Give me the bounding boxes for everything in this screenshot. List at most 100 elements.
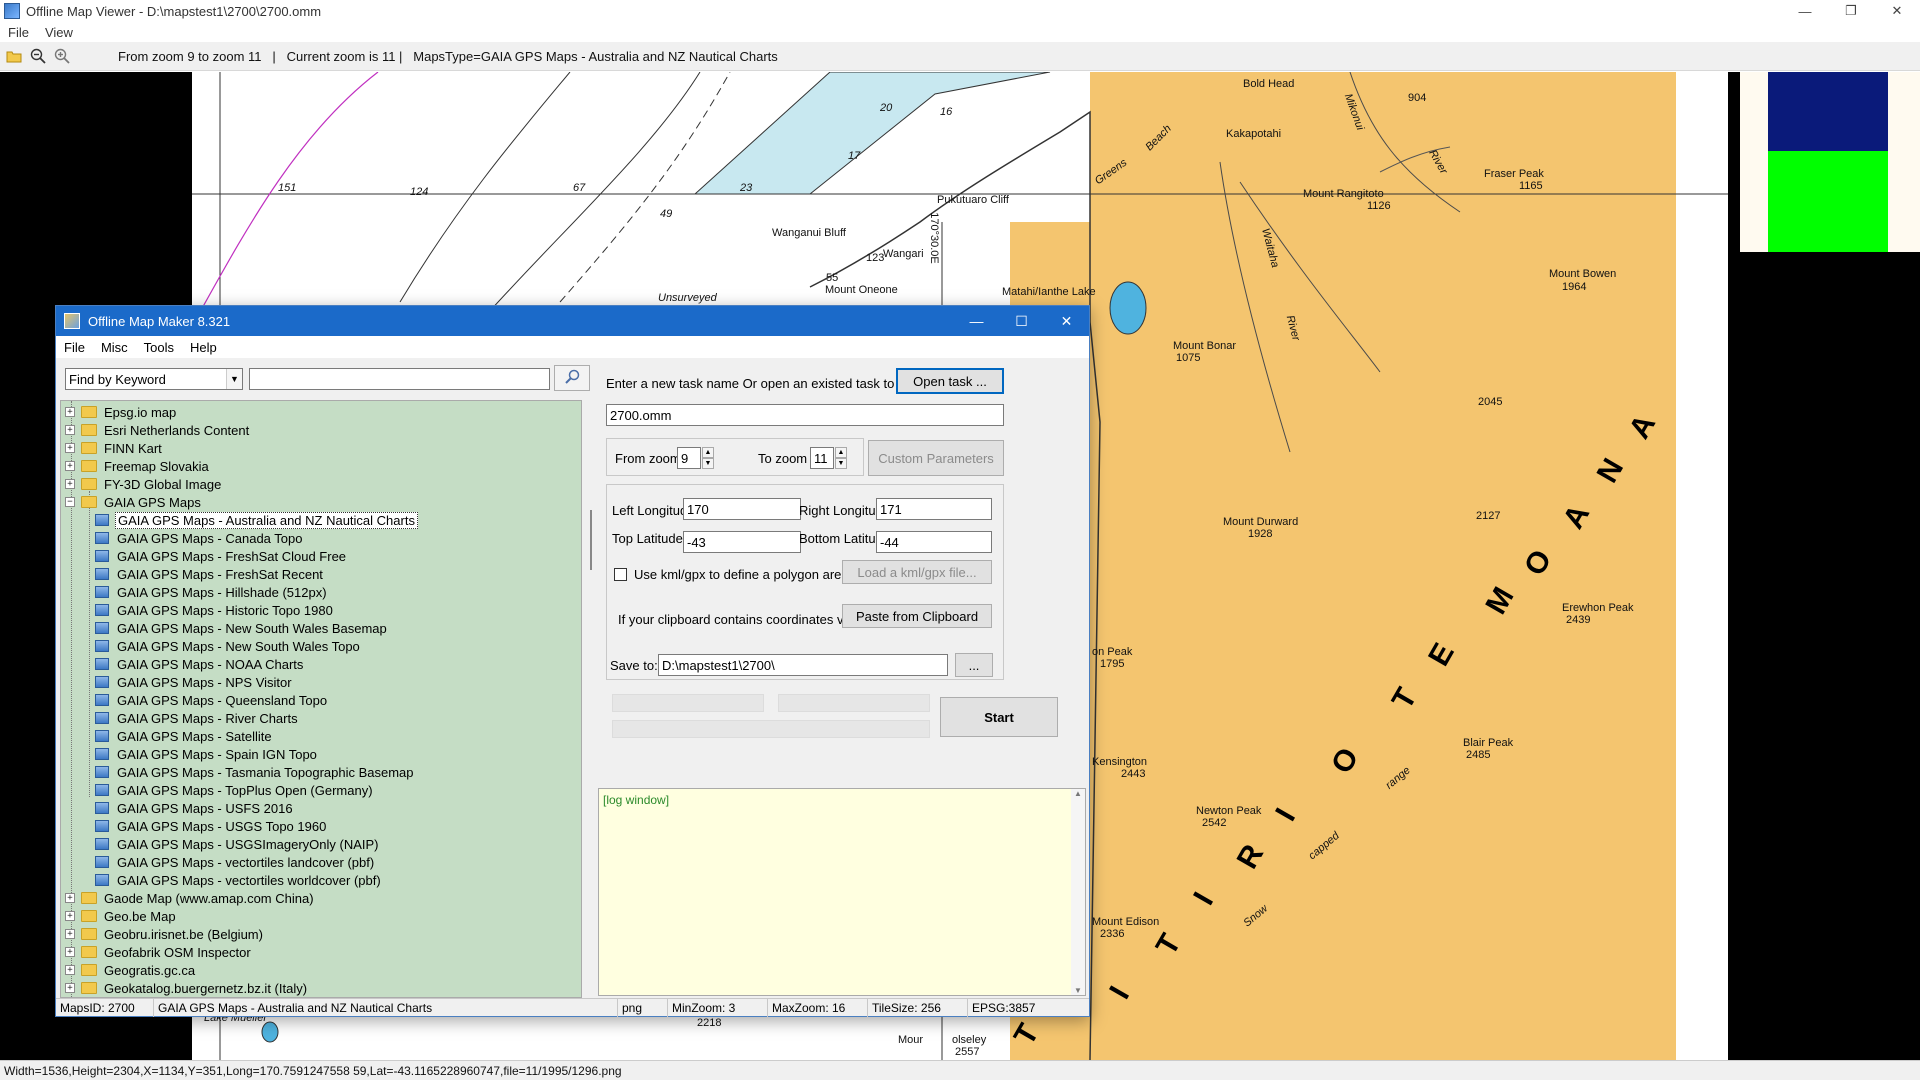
tree-map-item[interactable]: GAIA GPS Maps - USGSImageryOnly (NAIP) [95,835,381,853]
menu-file[interactable]: File [56,340,93,355]
dialog-maximize-button[interactable]: ☐ [999,306,1044,336]
close-button[interactable]: ✕ [1874,0,1920,22]
open-task-button[interactable]: Open task ... [896,368,1004,394]
map-layer-icon [95,622,109,634]
to-zoom-stepper[interactable]: ▲ ▼ [835,447,847,469]
zoom-in-icon[interactable] [52,46,72,66]
zoom-out-icon[interactable] [28,46,48,66]
depth-label: 17 [848,150,861,162]
tree-map-item[interactable]: GAIA GPS Maps - Australia and NZ Nautica… [95,511,418,529]
to-zoom-input[interactable]: 11 [810,447,834,469]
depth-label: 124 [410,186,429,198]
use-kml-checkbox[interactable] [614,568,627,581]
tree-map-item[interactable]: GAIA GPS Maps - FreshSat Cloud Free [95,547,348,565]
tree-map-item[interactable]: GAIA GPS Maps - USFS 2016 [95,799,295,817]
expand-icon[interactable]: + [65,479,75,489]
save-to-input[interactable]: D:\mapstest1\2700\ [658,654,948,676]
tree-map-item[interactable]: GAIA GPS Maps - TopPlus Open (Germany) [95,781,375,799]
expand-icon[interactable]: + [65,929,75,939]
tree-folder-item[interactable]: + Geobru.irisnet.be (Belgium) [65,925,265,943]
tree-folder-item[interactable]: + FY-3D Global Image [65,475,223,493]
menu-help[interactable]: Help [182,340,225,355]
tree-map-item[interactable]: GAIA GPS Maps - Historic Topo 1980 [95,601,335,619]
menu-file[interactable]: File [0,25,37,40]
task-name-input[interactable]: 2700.omm [606,404,1004,426]
tree-folder-item[interactable]: + Esri Netherlands Content [65,421,251,439]
from-zoom-input[interactable]: 9 [677,447,701,469]
tree-folder-item[interactable]: + FINN Kart [65,439,164,457]
maximize-button[interactable]: ❐ [1828,0,1874,22]
collapse-icon[interactable]: − [65,497,75,507]
expand-icon[interactable]: + [65,407,75,417]
search-mode-select[interactable]: Find by Keyword ▼ [65,368,243,390]
dialog-titlebar[interactable]: Offline Map Maker 8.321 — ☐ ✕ [56,306,1089,336]
chevron-down-icon[interactable]: ▼ [702,458,714,469]
expand-icon[interactable]: + [65,425,75,435]
expand-icon[interactable]: + [65,947,75,957]
tree-map-item[interactable]: GAIA GPS Maps - Tasmania Topographic Bas… [95,763,416,781]
tree-map-item[interactable]: GAIA GPS Maps - Hillshade (512px) [95,583,329,601]
tree-map-item[interactable]: GAIA GPS Maps - Satellite [95,727,274,745]
menu-view[interactable]: View [37,25,81,40]
from-zoom-stepper[interactable]: ▲ ▼ [702,447,714,469]
chevron-up-icon[interactable]: ▲ [835,447,847,458]
expand-icon[interactable]: + [65,911,75,921]
tree-folder-item[interactable]: − GAIA GPS Maps [65,493,203,511]
tree-map-item[interactable]: GAIA GPS Maps - New South Wales Basemap [95,619,389,637]
from-zoom-label: From zoom [615,451,681,466]
scrollbar-thumb[interactable] [590,510,592,570]
dialog-minimize-button[interactable]: — [954,306,999,336]
tree-map-item[interactable]: GAIA GPS Maps - Canada Topo [95,529,304,547]
paste-from-clipboard-button[interactable]: Paste from Clipboard [842,604,992,628]
menu-tools[interactable]: Tools [136,340,182,355]
dialog-close-button[interactable]: ✕ [1044,306,1089,336]
tree-folder-item[interactable]: + Geokatalog.buergernetz.bz.it (Italy) [65,979,309,997]
expand-icon[interactable]: + [65,893,75,903]
tree-folder-item[interactable]: + Gaode Map (www.amap.com China) [65,889,316,907]
tree-map-item[interactable]: GAIA GPS Maps - Queensland Topo [95,691,329,709]
tree-folder-item[interactable]: + Geo.be Map [65,907,178,925]
tree-map-item[interactable]: GAIA GPS Maps - USGS Topo 1960 [95,817,328,835]
tree-folder-item[interactable]: + Freemap Slovakia [65,457,211,475]
expand-icon[interactable]: + [65,443,75,453]
tree-map-item[interactable]: GAIA GPS Maps - River Charts [95,709,300,727]
tree-map-item[interactable]: GAIA GPS Maps - NOAA Charts [95,655,305,673]
keyword-search-input[interactable] [249,368,550,390]
map-layer-icon [95,874,109,886]
minimize-button[interactable]: — [1782,0,1828,22]
map-layer-icon [95,856,109,868]
chevron-down-icon[interactable]: ▼ [835,458,847,469]
tree-map-item[interactable]: GAIA GPS Maps - New South Wales Topo [95,637,362,655]
start-button[interactable]: Start [940,697,1058,737]
chevron-up-icon[interactable]: ▲ [702,447,714,458]
tree-map-item[interactable]: GAIA GPS Maps - Spain IGN Topo [95,745,319,763]
tree-folder-item[interactable]: + Geogratis.gc.ca [65,961,197,979]
tree-map-item[interactable]: GAIA GPS Maps - vectortiles worldcover (… [95,871,383,889]
bottom-latitude-input[interactable]: -44 [876,531,992,553]
tree-map-item[interactable]: GAIA GPS Maps - vectortiles landcover (p… [95,853,376,871]
map-layer-icon [95,676,109,688]
top-latitude-input[interactable]: -43 [683,531,801,553]
expand-icon[interactable]: + [65,965,75,975]
right-longitude-input[interactable]: 171 [876,498,992,520]
left-longitude-input[interactable]: 170 [683,498,801,520]
chevron-down-icon[interactable]: ▼ [226,369,242,389]
map-source-tree[interactable]: + Epsg.io map + Esri Netherlands Content + FI… [60,400,582,998]
custom-parameters-button[interactable]: Custom Parameters [868,440,1004,476]
expand-icon[interactable]: + [65,461,75,471]
open-folder-icon[interactable] [4,46,24,66]
tree-map-item[interactable]: GAIA GPS Maps - NPS Visitor [95,673,294,691]
browse-folder-button[interactable]: ... [955,653,993,677]
expand-icon[interactable]: + [65,983,75,993]
tree-map-item[interactable]: GAIA GPS Maps - FreshSat Recent [95,565,325,583]
log-window[interactable]: [log window] ▲ ▼ [598,788,1086,996]
scroll-up-icon[interactable]: ▲ [1071,789,1085,798]
menu-misc[interactable]: Misc [93,340,136,355]
scroll-down-icon[interactable]: ▼ [1071,986,1085,995]
log-scrollbar[interactable]: ▲ ▼ [1071,789,1085,995]
load-kml-button[interactable]: Load a kml/gpx file... [842,560,992,584]
tree-folder-item[interactable]: + Epsg.io map [65,403,178,421]
search-button[interactable] [554,365,590,391]
tree-folder-item[interactable]: + Geofabrik OSM Inspector [65,943,253,961]
tree-item-label: Geogratis.gc.ca [104,962,196,978]
